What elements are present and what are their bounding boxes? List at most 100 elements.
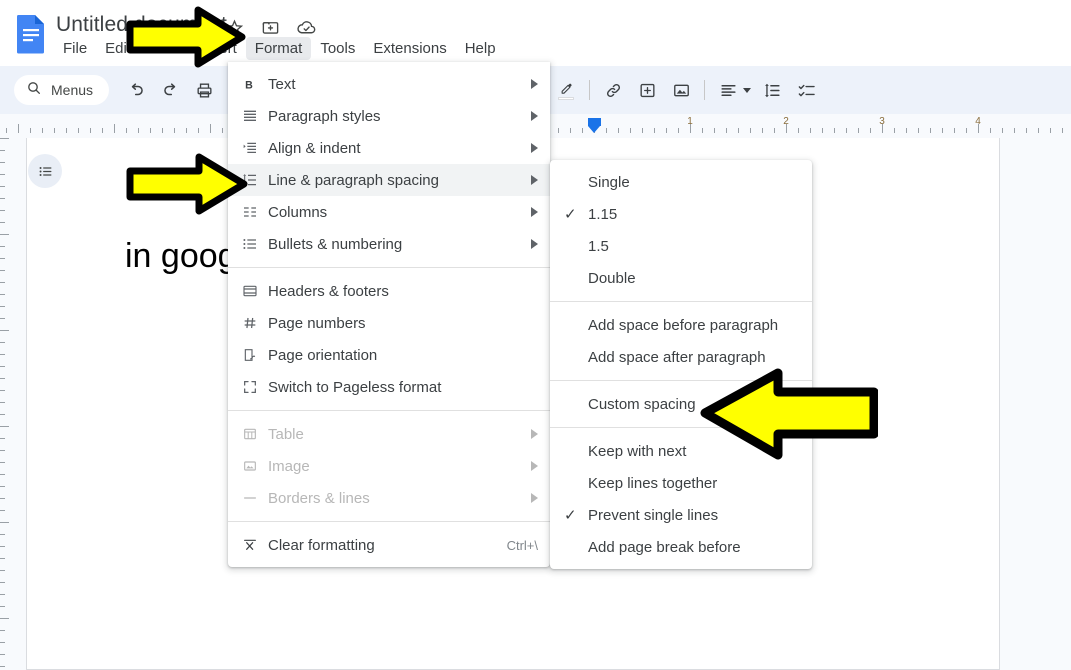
redo-button[interactable] (155, 75, 185, 105)
format-menu-label: Columns (268, 203, 328, 221)
ruler-tick (174, 128, 175, 133)
format-menu-label: Align & indent (268, 139, 361, 157)
google-docs-window: Untitled document File Edit View Insert … (0, 0, 1071, 670)
format-menu-item-line-paragraph-spacing[interactable]: Line & paragraph spacing (228, 164, 550, 196)
keyboard-shortcut: Ctrl+\ (506, 537, 538, 553)
ruler-tick (42, 128, 43, 133)
ruler-tick (114, 124, 115, 133)
format-menu-item-text[interactable]: B Text (228, 68, 550, 100)
format-menu-item-align-indent[interactable]: Align & indent (228, 132, 550, 164)
spacing-menu-item-single[interactable]: Single (550, 166, 812, 198)
cloud-saved-icon[interactable] (295, 16, 317, 38)
ruler-tick (606, 128, 607, 133)
format-menu-item-table: Table (228, 418, 550, 450)
columns-icon (242, 204, 268, 220)
ruler-tick (210, 124, 211, 133)
vertical-ruler-tick (0, 390, 5, 391)
title-action-icons (223, 16, 317, 38)
menu-tools[interactable]: Tools (311, 37, 364, 60)
vertical-ruler-tick (0, 618, 9, 619)
spacing-menu-item-add-page-break-before[interactable]: Add page break before (550, 531, 812, 563)
format-menu-item-bullets-numbering[interactable]: Bullets & numbering (228, 228, 550, 260)
toolbar-divider (589, 80, 591, 100)
ruler-tick (126, 128, 127, 133)
insert-image-button[interactable] (666, 75, 696, 105)
format-menu-label: Text (268, 75, 296, 93)
paragraph-styles-icon (242, 108, 268, 124)
undo-button[interactable] (121, 75, 151, 105)
format-menu-item-page-orientation[interactable]: Page orientation (228, 339, 550, 371)
vertical-ruler-tick (0, 174, 5, 175)
left-indent-marker[interactable] (588, 118, 601, 133)
menu-bar: File Edit View Insert Format Tools Exten… (54, 36, 505, 60)
menu-view[interactable]: View (140, 37, 190, 60)
ruler-tick (834, 128, 835, 133)
spacing-menu-item-one-point-five[interactable]: 1.5 (550, 230, 812, 262)
format-menu-dropdown[interactable]: B Text Paragraph styles Align & indent L… (228, 62, 550, 567)
menu-edit[interactable]: Edit (96, 37, 140, 60)
format-menu-item-page-numbers[interactable]: Page numbers (228, 307, 550, 339)
format-menu-item-paragraph-styles[interactable]: Paragraph styles (228, 100, 550, 132)
submenu-arrow-icon (531, 111, 538, 121)
menu-extensions[interactable]: Extensions (364, 37, 455, 60)
add-comment-button[interactable] (632, 75, 662, 105)
align-dropdown-caret-icon[interactable] (743, 87, 752, 93)
image-icon (242, 458, 268, 474)
ruler-tick (990, 128, 991, 133)
ruler-number: 1 (687, 116, 693, 127)
spacing-menu-item-add-space-after-paragraph[interactable]: Add space after paragraph (550, 341, 812, 373)
vertical-ruler-tick (0, 318, 5, 319)
search-menus-button[interactable]: Menus (14, 75, 110, 105)
ruler-tick (222, 128, 223, 133)
submenu-arrow-icon (531, 429, 538, 439)
ruler-tick (18, 124, 19, 133)
format-menu-item-headers-footers[interactable]: Headers & footers (228, 275, 550, 307)
ruler-tick (150, 128, 151, 133)
line-spacing-submenu[interactable]: Single ✓ 1.15 1.5 Double Add space befor… (550, 160, 812, 569)
ruler-tick (1050, 128, 1051, 133)
menu-file[interactable]: File (54, 37, 96, 60)
format-menu-item-switch-to-pageless[interactable]: Switch to Pageless format (228, 371, 550, 403)
vertical-ruler-tick (0, 462, 5, 463)
ruler-tick (582, 128, 583, 133)
spacing-menu-item-add-space-before-paragraph[interactable]: Add space before paragraph (550, 309, 812, 341)
format-menu-label: Paragraph styles (268, 107, 381, 125)
ruler-tick (630, 128, 631, 133)
move-to-folder-icon[interactable] (259, 16, 281, 38)
spacing-menu-item-custom-spacing[interactable]: Custom spacing (550, 388, 812, 420)
document-outline-icon[interactable] (28, 154, 62, 188)
ruler-tick (1062, 128, 1063, 133)
menu-insert[interactable]: Insert (190, 37, 246, 60)
star-icon[interactable] (223, 16, 245, 38)
insert-link-button[interactable] (598, 75, 628, 105)
vertical-ruler-tick (0, 282, 5, 283)
highlight-color-button[interactable] (551, 75, 581, 105)
spacing-menu-item-prevent-single-lines[interactable]: ✓ Prevent single lines (550, 499, 812, 531)
spacing-menu-label: Add space before paragraph (588, 316, 779, 334)
line-spacing-button[interactable] (757, 75, 787, 105)
format-menu-item-clear-formatting[interactable]: Clear formatting Ctrl+\ (228, 529, 550, 561)
spacing-menu-item-one-point-one-five[interactable]: ✓ 1.15 (550, 198, 812, 230)
format-menu-item-columns[interactable]: Columns (228, 196, 550, 228)
ruler-tick (714, 128, 715, 133)
spacing-menu-item-keep-lines-together[interactable]: Keep lines together (550, 467, 812, 499)
page-orientation-icon (242, 347, 268, 363)
menu-help[interactable]: Help (456, 37, 505, 60)
document-title[interactable]: Untitled document (56, 13, 227, 37)
spacing-menu-item-double[interactable]: Double (550, 262, 812, 294)
ruler-tick (966, 128, 967, 133)
align-button[interactable] (713, 75, 743, 105)
ruler-tick (162, 128, 163, 133)
borders-lines-icon (242, 490, 268, 506)
vertical-ruler-tick (0, 522, 9, 523)
vertical-ruler-tick (0, 534, 5, 535)
spacing-menu-item-keep-with-next[interactable]: Keep with next (550, 435, 812, 467)
format-menu-label: Borders & lines (268, 489, 370, 507)
vertical-ruler-tick (0, 570, 5, 571)
vertical-ruler-tick (0, 246, 5, 247)
menu-format[interactable]: Format (245, 36, 312, 60)
vertical-ruler-tick (0, 354, 5, 355)
ruler-tick (870, 128, 871, 133)
print-button[interactable] (189, 75, 219, 105)
checklist-button[interactable] (791, 75, 821, 105)
